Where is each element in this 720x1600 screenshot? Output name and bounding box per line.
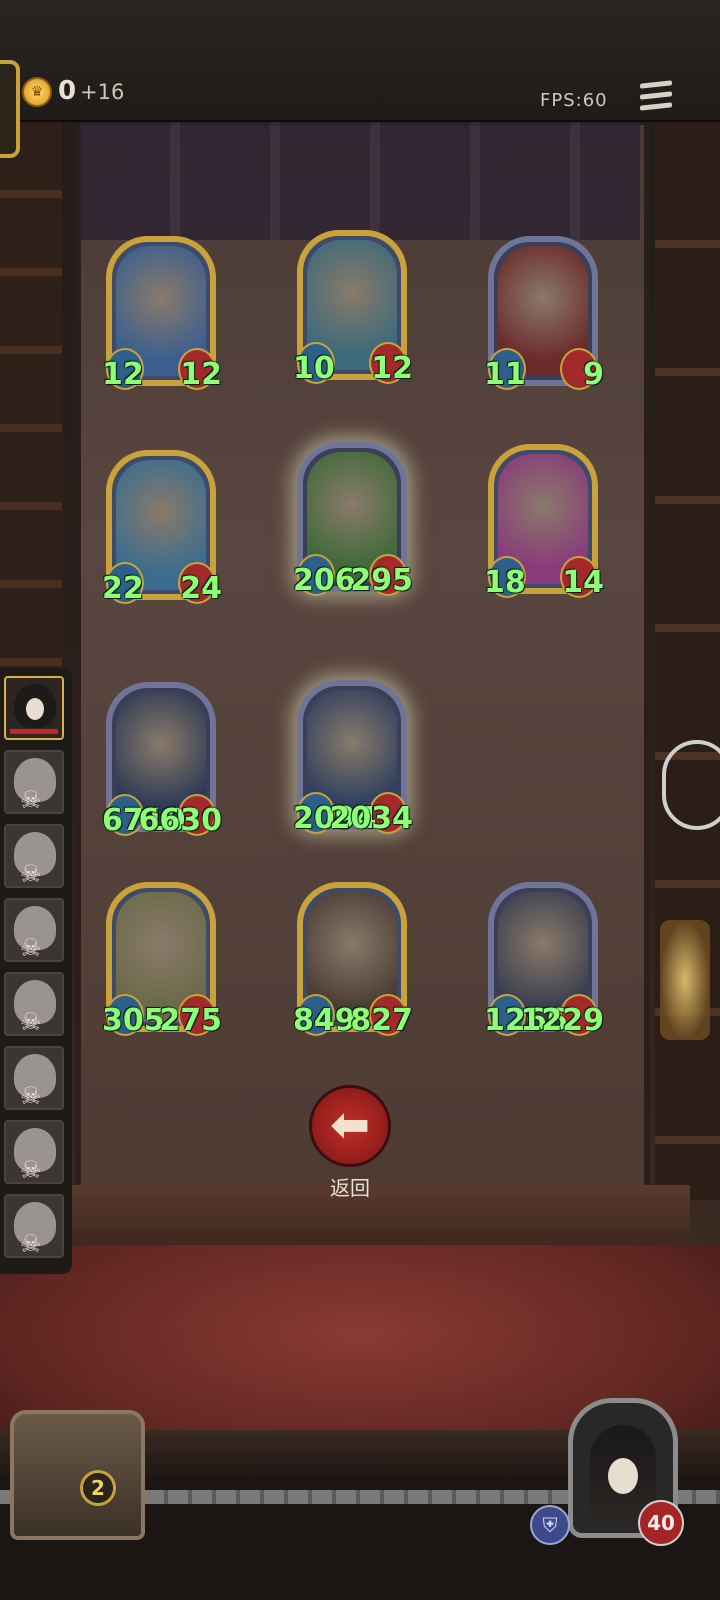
coin-delta: +16 <box>80 80 125 104</box>
minion-card[interactable]: 10 12 <box>293 230 413 386</box>
roster-slot[interactable]: ☠ <box>4 750 64 814</box>
roster-slot[interactable]: ☠ <box>4 824 64 888</box>
deck-count-badge: 2 <box>80 1470 116 1506</box>
card-attack: 11 <box>484 357 526 392</box>
roster-slot[interactable]: ☠ <box>4 1194 64 1258</box>
hero-face <box>608 1458 638 1494</box>
minion-card[interactable]: 849 827 <box>293 882 413 1038</box>
card-attack: 206 <box>293 563 356 598</box>
roster-slot[interactable] <box>4 676 64 740</box>
fps-counter: FPS:60 <box>540 90 608 111</box>
roster-slot[interactable]: ☠ <box>4 1120 64 1184</box>
skull-icon: ☠ <box>20 1008 42 1036</box>
back-label: 返回 <box>330 1176 370 1200</box>
card-health: 2034 <box>329 801 414 836</box>
roster-slot[interactable]: ☠ <box>4 1046 64 1110</box>
side-panel-handle[interactable] <box>662 740 720 830</box>
left-bookshelf <box>0 120 62 680</box>
skull-icon: ☠ <box>20 786 42 814</box>
health-bar <box>10 729 58 734</box>
card-health: 9 <box>583 357 604 392</box>
gothic-window-arches <box>80 120 640 240</box>
card-attack: 305 <box>102 1003 165 1038</box>
card-attack: 12 <box>102 357 144 392</box>
hamburger-menu-icon[interactable] <box>640 80 672 114</box>
minion-card[interactable]: 206 295 <box>293 442 413 598</box>
coin-count: 0 <box>58 76 77 106</box>
player-portrait-edge[interactable] <box>0 60 20 158</box>
roster-slot[interactable]: ☠ <box>4 972 64 1036</box>
street-lamp <box>660 920 710 1040</box>
minion-card[interactable]: 11 9 <box>484 236 604 392</box>
card-health: 1229 <box>520 1003 605 1038</box>
skull-icon: ☠ <box>20 860 42 888</box>
card-attack: 22 <box>102 571 144 606</box>
minion-card[interactable]: 2094 2034 <box>293 680 413 836</box>
card-health: 827 <box>350 1003 413 1038</box>
card-attack: 10 <box>293 351 335 386</box>
crown-coin-icon: ♛ <box>22 77 52 107</box>
card-attack: 849 <box>293 1003 356 1038</box>
card-health: 6630 <box>138 803 223 838</box>
minion-card[interactable]: 1266 1229 <box>484 882 604 1038</box>
skull-icon: ☠ <box>20 1230 42 1258</box>
roster-slot[interactable]: ☠ <box>4 898 64 962</box>
shield-icon[interactable]: ⛨ <box>530 1505 570 1545</box>
card-health: 295 <box>350 563 413 598</box>
minion-card[interactable]: 18 14 <box>484 444 604 600</box>
minion-card[interactable]: 6710 6630 <box>102 682 222 838</box>
card-health: 12 <box>180 357 222 392</box>
deck-chest-icon[interactable] <box>10 1410 145 1540</box>
minion-card[interactable]: 22 24 <box>102 450 222 606</box>
skull-icon: ☠ <box>20 1082 42 1110</box>
card-health: 24 <box>180 571 222 606</box>
back-button[interactable]: ⬅ <box>309 1085 391 1167</box>
hero-health-badge: 40 <box>638 1500 684 1546</box>
roster-portrait <box>14 684 56 728</box>
card-health: 275 <box>159 1003 222 1038</box>
card-health: 12 <box>371 351 413 386</box>
minion-card[interactable]: 305 275 <box>102 882 222 1038</box>
skull-icon: ☠ <box>20 934 42 962</box>
card-attack: 18 <box>484 565 526 600</box>
arrow-left-icon: ⬅ <box>329 1097 371 1153</box>
skull-icon: ☠ <box>20 1156 42 1184</box>
card-health: 14 <box>562 565 604 600</box>
hero-roster: ☠ ☠ ☠ ☠ ☠ ☠ ☠ <box>0 668 72 1274</box>
minion-card[interactable]: 12 12 <box>102 236 222 392</box>
